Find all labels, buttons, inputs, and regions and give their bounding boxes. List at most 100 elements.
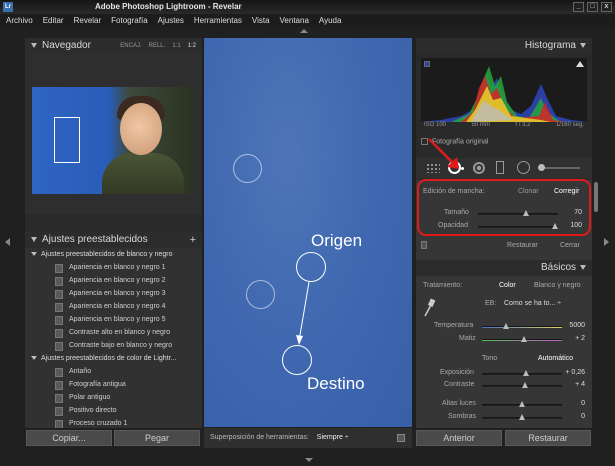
navigator-view-rectangle[interactable] — [54, 117, 80, 163]
highlight-clipping-icon[interactable] — [576, 61, 584, 67]
right-panel-scrollbar[interactable] — [594, 182, 598, 212]
histogram-title: Histograma — [524, 40, 576, 51]
copy-settings-button[interactable]: Copiar... — [26, 430, 112, 446]
presets-list: Ajustes preestablecidos de blanco y negr… — [25, 248, 202, 428]
folder-expanded-icon — [31, 252, 37, 257]
shadows-slider[interactable] — [482, 414, 562, 420]
contrast-value[interactable]: + 4 — [559, 381, 585, 388]
zoom-1-1[interactable]: 1:1 — [172, 38, 180, 54]
maximize-button[interactable]: □ — [587, 2, 598, 12]
preset-item[interactable]: Contraste bajo en blanco y negro — [25, 339, 202, 352]
menu-revelar[interactable]: Revelar — [74, 16, 102, 25]
auto-tone-button[interactable]: Automático — [538, 355, 573, 362]
toolbar-toggle-icon[interactable] — [397, 434, 405, 442]
shadows-slider-knob[interactable] — [519, 414, 525, 420]
show-top-panel-arrow-icon[interactable] — [300, 29, 308, 33]
preset-item[interactable]: Proceso cruzado 1 — [25, 417, 202, 428]
treatment-label: Tratamiento: — [423, 282, 463, 289]
minimize-button[interactable]: _ — [573, 2, 584, 12]
radial-filter-icon[interactable] — [517, 161, 530, 174]
preset-item[interactable]: Fotografía antigua — [25, 378, 202, 391]
temperature-value[interactable]: 5000 — [559, 322, 585, 329]
previous-button[interactable]: Anterior — [416, 430, 502, 446]
panel-switch-icon[interactable] — [421, 241, 427, 249]
close-button[interactable]: x — [601, 2, 612, 12]
photo-canvas[interactable]: Origen Destino — [204, 38, 412, 427]
reset-all-button[interactable]: Restaurar — [505, 430, 591, 446]
navigator-title: Navegador — [42, 40, 91, 51]
menu-archivo[interactable]: Archivo — [6, 16, 33, 25]
window-controls: _ □ x — [573, 2, 612, 12]
preset-folder-bw[interactable]: Ajustes preestablecidos de blanco y negr… — [25, 248, 202, 261]
show-filmstrip-arrow-icon[interactable] — [305, 458, 313, 462]
temperature-slider[interactable] — [482, 323, 562, 329]
menu-editar[interactable]: Editar — [43, 16, 64, 25]
wb-select[interactable]: Como se ha to... ÷ — [504, 300, 561, 307]
highlights-slider[interactable] — [482, 401, 562, 407]
shadow-clipping-icon[interactable] — [424, 61, 430, 67]
menu-herramientas[interactable]: Herramientas — [194, 16, 242, 25]
eyedropper-icon[interactable] — [422, 298, 436, 318]
preset-item[interactable]: Apariencia en blanco y negro 4 — [25, 300, 202, 313]
histogram-header[interactable]: Histograma — [416, 38, 592, 54]
navigator-header[interactable]: Navegador ENCAJ. RELL. 1:1 1:2 — [25, 38, 202, 54]
preset-folder-color[interactable]: Ajustes preestablecidos de color de Ligh… — [25, 352, 202, 365]
add-preset-icon[interactable]: + — [190, 232, 196, 248]
menu-bar: Archivo Editar Revelar Fotografía Ajuste… — [0, 14, 615, 27]
adjustment-brush-slider[interactable] — [538, 164, 580, 171]
navigator-photo-thumbnail[interactable] — [32, 87, 193, 194]
preset-item[interactable]: Contraste alto en blanco y negro — [25, 326, 202, 339]
tool-overlay-select[interactable]: Siempre ÷ — [317, 434, 349, 441]
tint-slider[interactable] — [482, 336, 562, 342]
preset-folder-label: Ajustes preestablecidos de blanco y negr… — [41, 251, 173, 258]
highlights-value[interactable]: 0 — [559, 400, 585, 407]
exif-focal: 50 mm — [471, 122, 490, 128]
origin-label: Origen — [311, 231, 363, 250]
preset-item[interactable]: Apariencia en blanco y negro 3 — [25, 287, 202, 300]
exposure-value[interactable]: + 0,26 — [559, 369, 585, 376]
zoom-1-2[interactable]: 1:2 — [188, 38, 196, 54]
preset-item[interactable]: Apariencia en blanco y negro 5 — [25, 313, 202, 326]
menu-fotografia[interactable]: Fotografía — [111, 16, 147, 25]
paste-settings-button[interactable]: Pegar — [114, 430, 200, 446]
menu-vista[interactable]: Vista — [252, 16, 270, 25]
tint-value[interactable]: + 2 — [559, 335, 585, 342]
zoom-fit[interactable]: ENCAJ. — [120, 38, 141, 54]
exif-aperture: f / 3,2 — [515, 122, 531, 128]
tool-overlay-label: Superposición de herramientas: — [210, 434, 309, 441]
collapse-left-panel-arrow-icon[interactable] — [5, 238, 10, 246]
presets-header[interactable]: Ajustes preestablecidos + — [25, 232, 202, 248]
collapse-right-panel-arrow-icon[interactable] — [604, 238, 609, 246]
highlights-slider-knob[interactable] — [519, 401, 525, 407]
spot-close-button[interactable]: Cerrar — [560, 242, 580, 249]
exposure-slider[interactable] — [482, 370, 562, 376]
menu-ajustes[interactable]: Ajustes — [158, 16, 184, 25]
preset-item[interactable]: Apariencia en blanco y negro 1 — [25, 261, 202, 274]
menu-ayuda[interactable]: Ayuda — [319, 16, 342, 25]
annotation-arrow-icon — [428, 138, 459, 169]
exposure-slider-knob[interactable] — [523, 370, 529, 376]
preset-item[interactable]: Antaño — [25, 365, 202, 378]
graduated-filter-icon[interactable] — [496, 161, 504, 174]
wb-label: EB: — [485, 300, 497, 307]
preset-item[interactable]: Positivo directo — [25, 404, 202, 417]
tint-label: Matiz — [459, 335, 476, 342]
treatment-color-option[interactable]: Color — [499, 282, 516, 289]
basic-header[interactable]: Básicos — [416, 260, 592, 276]
contrast-slider[interactable] — [482, 382, 562, 388]
preset-item[interactable]: Polar antiguo — [25, 391, 202, 404]
contrast-slider-knob[interactable] — [522, 382, 528, 388]
spot-reset-button[interactable]: Restaurar — [507, 242, 538, 249]
treatment-bw-option[interactable]: Blanco y negro — [534, 282, 581, 289]
histogram-graph[interactable] — [421, 58, 587, 122]
shadows-value[interactable]: 0 — [559, 413, 585, 420]
temperature-slider-knob[interactable] — [503, 323, 509, 329]
contrast-label: Contraste — [444, 381, 475, 388]
zoom-fill[interactable]: RELL. — [149, 38, 166, 54]
collapse-triangle-icon — [31, 42, 37, 48]
collapse-triangle-icon — [580, 264, 586, 270]
preset-item[interactable]: Apariencia en blanco y negro 2 — [25, 274, 202, 287]
red-eye-icon[interactable] — [473, 162, 485, 174]
menu-ventana[interactable]: Ventana — [280, 16, 309, 25]
tint-slider-knob[interactable] — [521, 336, 527, 342]
